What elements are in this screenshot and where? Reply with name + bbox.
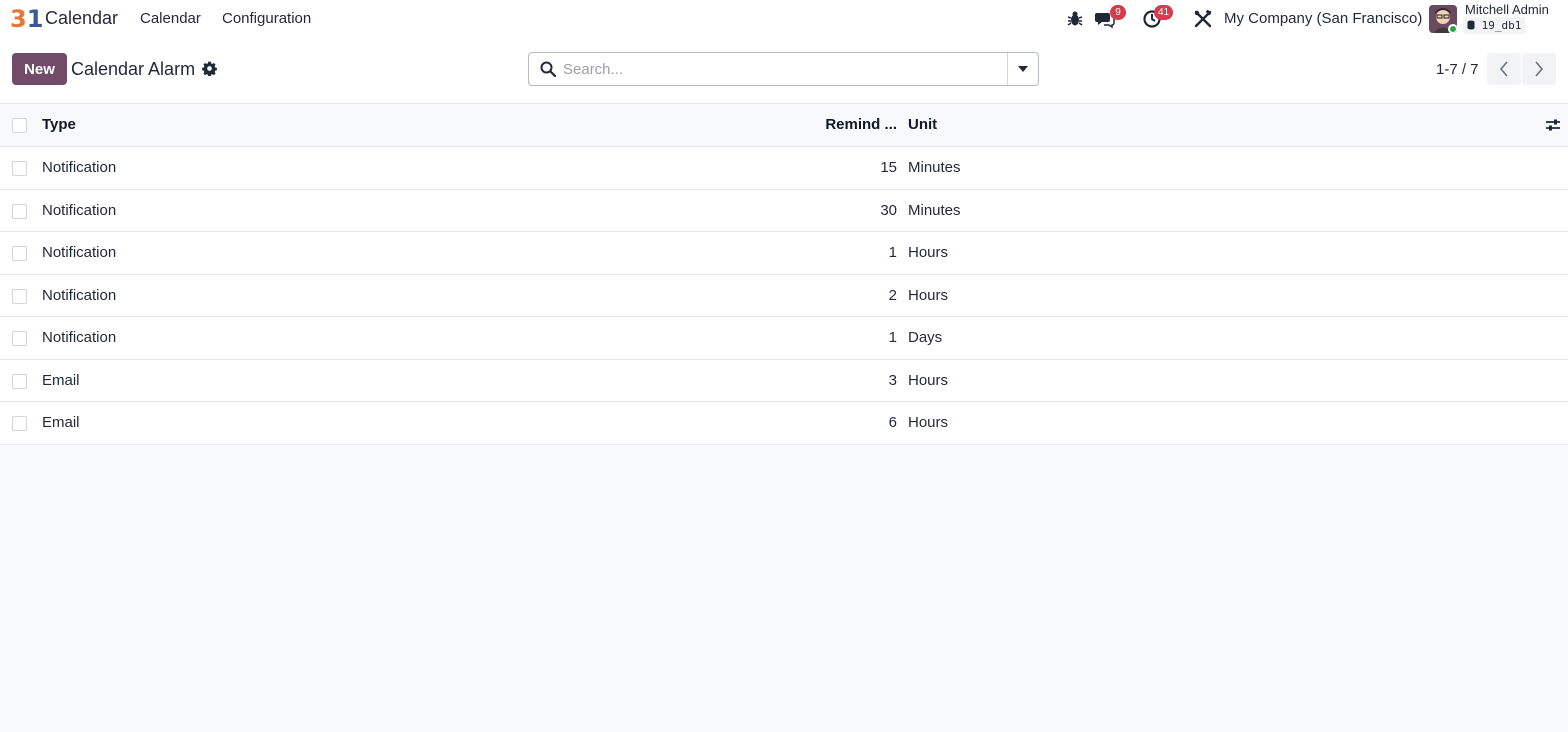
cell-unit: Hours <box>908 286 949 304</box>
messages-badge: 9 <box>1110 5 1126 20</box>
search-options-toggle[interactable] <box>1007 53 1038 85</box>
page-title: Calendar Alarm <box>71 59 196 79</box>
cell-remind: 30 <box>880 201 897 219</box>
search-bar <box>528 52 1039 86</box>
cell-remind: 2 <box>888 286 897 304</box>
cell-type: Notification <box>42 159 117 176</box>
user-name[interactable]: Mitchell Admin <box>1465 2 1549 17</box>
chevron-right-icon <box>1535 61 1544 77</box>
cell-remind: 6 <box>888 414 897 431</box>
control-panel: New Calendar Alarm 1-7 / 7 <box>0 38 1568 104</box>
table-row[interactable]: Notification 2 Hours <box>0 274 1568 317</box>
database-name: 19_db1 <box>1481 19 1522 32</box>
table-row[interactable]: Notification 15 Minutes <box>0 147 1568 190</box>
chevron-left-icon <box>1499 61 1508 77</box>
cell-type: Email <box>42 414 80 431</box>
cell-remind: 1 <box>888 244 897 261</box>
optional-columns-icon[interactable] <box>1545 117 1561 133</box>
user-avatar[interactable] <box>1429 5 1457 33</box>
calendar-app-icon[interactable]: 31 <box>10 5 43 33</box>
menu-configuration[interactable]: Configuration <box>222 10 311 27</box>
select-all-checkbox[interactable] <box>12 118 27 133</box>
cell-type: Notification <box>42 329 117 346</box>
row-checkbox[interactable] <box>12 203 27 219</box>
menu-calendar[interactable]: Calendar <box>140 10 201 27</box>
column-header-remind[interactable]: Remind ... <box>825 116 897 133</box>
database-icon <box>1467 20 1475 30</box>
cell-unit: Minutes <box>908 201 961 219</box>
cell-unit: Days <box>908 329 943 346</box>
online-status-dot <box>1448 24 1457 33</box>
table-row[interactable]: Notification 1 Hours <box>0 232 1568 275</box>
row-checkbox[interactable] <box>12 161 27 176</box>
cell-unit: Hours <box>908 414 949 431</box>
cell-type: Notification <box>42 201 117 219</box>
cell-type: Notification <box>42 244 117 261</box>
bug-icon[interactable] <box>1065 9 1085 29</box>
column-header-unit[interactable]: Unit <box>908 116 937 133</box>
cell-unit: Minutes <box>908 159 961 176</box>
activities-badge: 41 <box>1154 5 1174 20</box>
table-row[interactable]: Email 6 Hours <box>0 402 1568 445</box>
search-input[interactable] <box>563 59 993 79</box>
company-switcher[interactable]: My Company (San Francisco) <box>1224 10 1422 27</box>
database-chip: 19_db1 <box>1463 17 1526 34</box>
pager-next-button[interactable] <box>1522 53 1556 85</box>
cell-type: Notification <box>42 286 117 304</box>
new-button[interactable]: New <box>12 53 67 85</box>
gear-icon[interactable] <box>202 61 217 76</box>
caret-down-icon <box>1018 66 1028 72</box>
app-name[interactable]: Calendar <box>45 8 118 29</box>
cell-type: Email <box>42 371 80 389</box>
row-checkbox[interactable] <box>12 246 27 261</box>
row-checkbox[interactable] <box>12 288 27 304</box>
search-icon <box>540 61 556 77</box>
row-checkbox[interactable] <box>12 331 27 346</box>
row-checkbox[interactable] <box>12 416 27 431</box>
pager-previous-button[interactable] <box>1487 53 1521 85</box>
cell-remind: 3 <box>888 371 897 389</box>
pager-value[interactable]: 1-7 / 7 <box>1436 61 1479 78</box>
cell-unit: Hours <box>908 371 949 389</box>
table-row[interactable]: Email 3 Hours <box>0 359 1568 402</box>
table-header: Type Remind ... Unit <box>0 104 1568 147</box>
column-header-type[interactable]: Type <box>42 116 76 133</box>
tools-icon[interactable] <box>1193 9 1213 29</box>
cell-remind: 15 <box>880 159 897 176</box>
cell-remind: 1 <box>888 329 897 346</box>
table-row[interactable]: Notification 1 Days <box>0 317 1568 360</box>
table-row[interactable]: Notification 30 Minutes <box>0 189 1568 232</box>
alarm-list: Type Remind ... Unit Notification 15 Min… <box>0 104 1568 445</box>
top-navbar: 31 Calendar Calendar Configuration 9 41 … <box>0 0 1568 38</box>
cell-unit: Hours <box>908 244 949 261</box>
row-checkbox[interactable] <box>12 373 27 389</box>
